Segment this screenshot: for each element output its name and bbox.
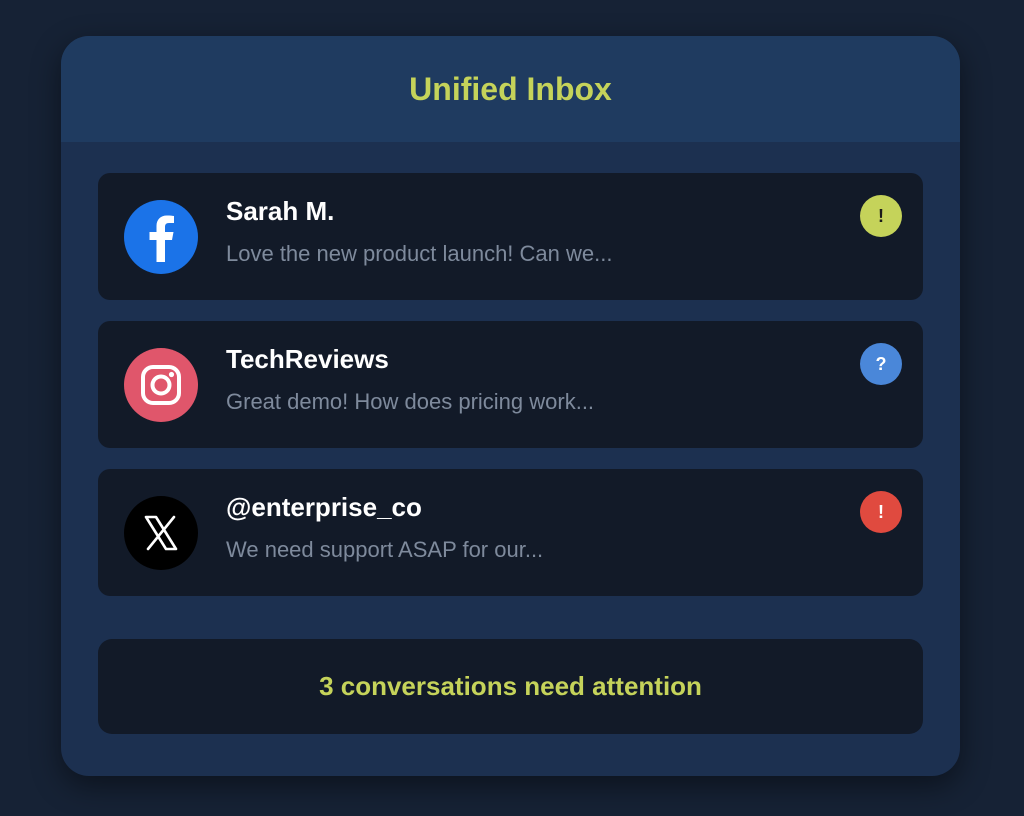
exclamation-icon: !: [860, 491, 902, 533]
inbox-card: Unified Inbox Sarah M. Love the new prod…: [61, 36, 960, 776]
message-item-enterprise[interactable]: @enterprise_co We need support ASAP for …: [98, 469, 923, 596]
question-icon: ?: [860, 343, 902, 385]
message-content: Sarah M. Love the new product launch! Ca…: [226, 195, 833, 268]
sender-name: @enterprise_co: [226, 492, 422, 522]
message-content: TechReviews Great demo! How does pricing…: [226, 343, 833, 416]
attention-summary: 3 conversations need attention: [98, 639, 923, 734]
message-item-sarah[interactable]: Sarah M. Love the new product launch! Ca…: [98, 173, 923, 300]
message-content: @enterprise_co We need support ASAP for …: [226, 491, 833, 564]
page-title: Unified Inbox: [409, 70, 612, 107]
message-item-techreviews[interactable]: TechReviews Great demo! How does pricing…: [98, 321, 923, 448]
message-preview: Love the new product launch! Can we...: [226, 241, 613, 266]
exclamation-icon: !: [860, 195, 902, 237]
sender-name: Sarah M.: [226, 196, 335, 226]
inbox-header: Unified Inbox: [61, 36, 960, 142]
message-preview: Great demo! How does pricing work...: [226, 389, 595, 414]
message-list: Sarah M. Love the new product launch! Ca…: [61, 142, 960, 596]
message-preview: We need support ASAP for our...: [226, 537, 544, 562]
attention-summary-text: 3 conversations need attention: [319, 671, 702, 701]
x-icon: [124, 496, 198, 570]
sender-name: TechReviews: [226, 344, 389, 374]
facebook-icon: [124, 200, 198, 274]
instagram-icon: [124, 348, 198, 422]
